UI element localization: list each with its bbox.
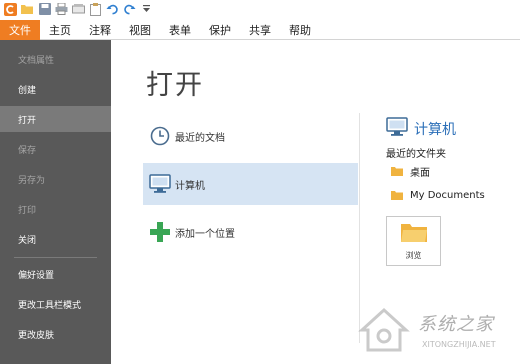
folder-icon: [391, 166, 403, 176]
sidebar-item-print[interactable]: 打印: [0, 196, 111, 222]
place-label: 最近的文档: [175, 132, 225, 144]
save-icon[interactable]: [37, 2, 52, 17]
tab-share[interactable]: 共享: [240, 20, 280, 40]
sidebar-item-change-toolbar-mode[interactable]: 更改工具栏模式: [0, 291, 111, 317]
redo-icon[interactable]: [122, 2, 137, 17]
undo-icon[interactable]: [105, 2, 120, 17]
watermark-text: 系统之家: [418, 314, 494, 335]
backstage-sidebar: 文档属性 创建 打开 保存 另存为 打印 关闭 偏好设置 更改工具栏模式 更改皮…: [0, 40, 111, 364]
folder-item-desktop[interactable]: 桌面: [391, 162, 430, 180]
place-recent-documents[interactable]: 最近的文档: [143, 115, 358, 157]
tab-protect[interactable]: 保护: [200, 20, 240, 40]
sidebar-item-save[interactable]: 保存: [0, 136, 111, 162]
plus-icon: [149, 221, 171, 243]
recent-folders-label: 最近的文件夹: [386, 149, 446, 160]
tab-help[interactable]: 帮助: [280, 20, 320, 40]
browse-label: 浏览: [405, 250, 422, 260]
sidebar-item-close[interactable]: 关闭: [0, 226, 111, 252]
clock-icon: [149, 125, 171, 147]
tab-view[interactable]: 视图: [120, 20, 160, 40]
watermark-house-icon: [358, 307, 410, 352]
computer-icon: [386, 117, 408, 141]
app-logo-icon[interactable]: [3, 2, 18, 17]
folder-label: My Documents: [410, 189, 485, 201]
watermark: 系统之家 XITONGZHIJIA.NET: [350, 300, 515, 360]
computer-panel-title-text: 计算机: [414, 122, 456, 138]
print-icon[interactable]: [54, 2, 69, 17]
sidebar-item-preferences[interactable]: 偏好设置: [0, 261, 111, 287]
ribbon-tabs: 文件 主页 注释 视图 表单 保护 共享 帮助: [0, 20, 520, 40]
folder-open-icon: [400, 222, 427, 246]
tab-file[interactable]: 文件: [0, 20, 40, 40]
open-folder-icon[interactable]: [20, 2, 35, 17]
computer-icon: [149, 173, 171, 195]
sidebar-item-open[interactable]: 打开: [0, 106, 111, 132]
page-title: 打开: [146, 70, 204, 101]
place-label: 计算机: [175, 180, 205, 192]
folder-item-my-documents[interactable]: My Documents: [391, 186, 485, 204]
place-add-location[interactable]: 添加一个位置: [143, 211, 358, 253]
tab-home[interactable]: 主页: [40, 20, 80, 40]
place-computer[interactable]: 计算机: [143, 163, 358, 205]
computer-panel-title: 计算机: [386, 117, 456, 141]
sidebar-item-save-as[interactable]: 另存为: [0, 166, 111, 192]
quick-access-toolbar: [0, 0, 520, 18]
sidebar-item-create[interactable]: 创建: [0, 76, 111, 102]
sidebar-divider: [14, 257, 97, 258]
clipboard-icon[interactable]: [88, 2, 103, 17]
tab-comment[interactable]: 注释: [80, 20, 120, 40]
folder-icon: [391, 190, 403, 200]
customize-dropdown-icon[interactable]: [139, 2, 154, 17]
tab-form[interactable]: 表单: [160, 20, 200, 40]
watermark-subtext: XITONGZHIJIA.NET: [422, 340, 496, 349]
browse-button[interactable]: 浏览: [386, 216, 441, 266]
folder-label: 桌面: [410, 167, 430, 179]
place-label: 添加一个位置: [175, 228, 235, 240]
scan-icon[interactable]: [71, 2, 86, 17]
sidebar-item-change-skin[interactable]: 更改皮肤: [0, 321, 111, 347]
sidebar-item-document-properties[interactable]: 文档属性: [0, 46, 111, 72]
